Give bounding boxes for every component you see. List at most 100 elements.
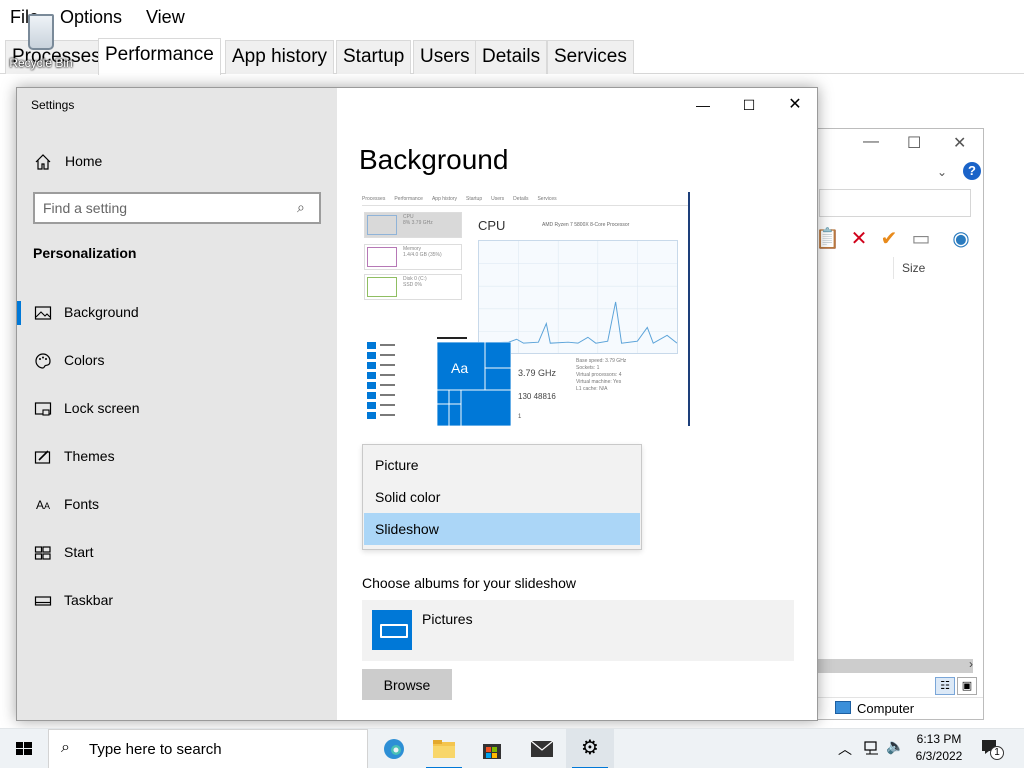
nav-item-themes[interactable]: Themes bbox=[17, 437, 337, 477]
nav-item-fonts[interactable]: AA Fonts bbox=[17, 485, 337, 525]
preview-stat: Virtual machine: Yes bbox=[576, 379, 622, 385]
computer-icon bbox=[835, 701, 851, 714]
minimize-icon[interactable]: — bbox=[863, 133, 879, 151]
search-icon: ⌕ bbox=[61, 739, 70, 756]
column-header-size[interactable]: Size bbox=[893, 257, 975, 279]
notification-count: 1 bbox=[990, 746, 1004, 760]
properties-icon[interactable]: ▭ bbox=[909, 227, 933, 251]
chevron-down-icon[interactable]: ⌄ bbox=[937, 165, 947, 179]
nav-item-label: Start bbox=[64, 544, 94, 560]
start-button[interactable] bbox=[0, 729, 48, 768]
search-input[interactable] bbox=[43, 199, 283, 217]
background-type-dropdown: Picture Solid color Slideshow bbox=[362, 444, 642, 550]
folder-icon bbox=[372, 610, 412, 650]
scroll-right-icon[interactable]: › bbox=[969, 657, 973, 671]
clock-time: 6:13 PM bbox=[916, 732, 962, 746]
file-explorer-icon[interactable] bbox=[420, 729, 468, 768]
preview-one: 1 bbox=[518, 414, 522, 420]
tab-users[interactable]: Users bbox=[413, 40, 477, 74]
browse-button[interactable]: Browse bbox=[362, 669, 452, 700]
preview-speed: 3.79 GHz bbox=[518, 368, 557, 378]
preview-tile-sub: 1.4/4.0 GB (35%) bbox=[403, 252, 442, 258]
preview-stats: Base speed: 3.79 GHz Sockets: 1 Virtual … bbox=[576, 358, 676, 393]
close-button[interactable]: ✕ bbox=[772, 90, 818, 120]
preview-stat: L1 cache: N/A bbox=[576, 386, 608, 392]
nav-item-colors[interactable]: Colors bbox=[17, 341, 337, 381]
close-icon[interactable]: ✕ bbox=[953, 133, 966, 153]
taskbar: ⌕ Type here to search ⚙ ︿ 🔈 6:13 PM 6/3/… bbox=[0, 728, 1024, 768]
checkmark-icon[interactable]: ✔ bbox=[877, 227, 901, 251]
nav-item-taskbar[interactable]: Taskbar bbox=[17, 581, 337, 621]
store-icon[interactable] bbox=[468, 729, 516, 768]
settings-gear-icon[interactable]: ⚙ bbox=[566, 729, 614, 768]
lock-screen-icon bbox=[34, 402, 52, 416]
nav-home[interactable]: Home bbox=[33, 152, 293, 176]
mail-icon[interactable] bbox=[518, 729, 566, 768]
palette-icon bbox=[35, 353, 51, 369]
maximize-icon[interactable]: ☐ bbox=[907, 133, 921, 153]
recycle-bin-shortcut[interactable]: Recycle Bin bbox=[6, 10, 73, 74]
preview-tile-sub: 8% 3.79 GHz bbox=[403, 220, 433, 226]
network-icon[interactable] bbox=[862, 738, 882, 758]
clock[interactable]: 6:13 PM 6/3/2022 bbox=[904, 731, 974, 765]
tab-performance[interactable]: Performance bbox=[98, 38, 221, 75]
preview-tab: App history bbox=[431, 196, 457, 202]
preview-cpu-graph bbox=[478, 240, 678, 354]
nav-item-background[interactable]: Background bbox=[17, 293, 337, 333]
tab-startup[interactable]: Startup bbox=[336, 40, 412, 74]
window-title: Settings bbox=[31, 98, 75, 112]
large-icons-view-icon[interactable]: ▣ bbox=[957, 677, 977, 695]
address-bar[interactable] bbox=[819, 189, 971, 217]
tab-app-history[interactable]: App history bbox=[225, 40, 335, 74]
taskbar-icon bbox=[34, 596, 52, 606]
preview-mini-graph bbox=[367, 277, 397, 297]
preview-start-tiles: Aa bbox=[437, 342, 511, 426]
nav-item-label: Themes bbox=[64, 448, 115, 464]
delete-icon[interactable]: ✕ bbox=[847, 227, 871, 251]
tab-services[interactable]: Services bbox=[547, 40, 634, 74]
nav-item-lock-screen[interactable]: Lock screen bbox=[17, 389, 337, 429]
settings-window: Settings Home ⌕ Personalization Backgrou… bbox=[16, 87, 818, 721]
minimize-button[interactable]: — bbox=[680, 90, 726, 120]
section-title: Personalization bbox=[33, 245, 137, 261]
taskmanager-tabs: Processes Performance App history Startu… bbox=[0, 38, 1024, 75]
themes-icon bbox=[34, 450, 51, 464]
preview-counts: 130 48816 bbox=[518, 392, 556, 401]
nav-item-start[interactable]: Start bbox=[17, 533, 337, 573]
taskbar-search[interactable]: ⌕ Type here to search bbox=[48, 729, 368, 768]
find-setting-search: ⌕ bbox=[33, 192, 321, 224]
option-slideshow[interactable]: Slideshow bbox=[364, 513, 640, 545]
details-view-icon[interactable]: ☷ bbox=[935, 677, 955, 695]
album-pictures[interactable]: Pictures bbox=[362, 600, 794, 661]
preview-mini-graph bbox=[367, 215, 397, 235]
clipboard-icon[interactable]: 📋 bbox=[815, 227, 840, 251]
preview-tile-disk: Disk 0 (C:) SSD 0% bbox=[364, 274, 462, 300]
preview-stat: Sockets: 1 bbox=[576, 365, 600, 371]
preview-tabs: Processes Performance App history Startup Us… bbox=[362, 196, 688, 206]
recycle-bin-icon bbox=[28, 14, 54, 50]
volume-icon[interactable]: 🔈 bbox=[886, 737, 905, 755]
menu-view[interactable]: View bbox=[146, 7, 185, 28]
maximize-button[interactable]: ☐ bbox=[726, 90, 772, 120]
notification-icon[interactable]: 1 bbox=[980, 738, 1004, 760]
preview-tile-memory: Memory 1.4/4.0 GB (35%) bbox=[364, 244, 462, 270]
taskmanager-menubar: File Options View bbox=[0, 0, 1024, 34]
horizontal-scrollbar[interactable] bbox=[817, 659, 973, 673]
preview-tab: Services bbox=[537, 196, 557, 202]
status-bar: Computer bbox=[807, 697, 983, 719]
search-icon[interactable]: ⌕ bbox=[297, 199, 305, 216]
option-solid-color[interactable]: Solid color bbox=[364, 481, 640, 513]
preview-stat: Virtual processors: 4 bbox=[576, 372, 622, 378]
preview-tab: Performance bbox=[394, 196, 423, 202]
status-location: Computer bbox=[857, 701, 915, 716]
chevron-up-icon[interactable]: ︿ bbox=[838, 739, 852, 759]
settings-nav-pane: Settings Home ⌕ Personalization Backgrou… bbox=[17, 88, 337, 720]
tab-details[interactable]: Details bbox=[475, 40, 548, 74]
explorer-window: — ☐ ✕ ⌄ ? 📋 ✕ ✔ ▭ ◉ Size › ☷ ▣ Computer bbox=[806, 128, 984, 720]
option-picture[interactable]: Picture bbox=[364, 449, 640, 481]
help-icon[interactable]: ? bbox=[963, 162, 981, 180]
edge-icon[interactable] bbox=[370, 729, 418, 768]
shell-icon[interactable]: ◉ bbox=[949, 227, 973, 251]
preview-tab: Details bbox=[513, 196, 529, 202]
background-preview: Processes Performance App history Startup Us… bbox=[362, 192, 690, 426]
